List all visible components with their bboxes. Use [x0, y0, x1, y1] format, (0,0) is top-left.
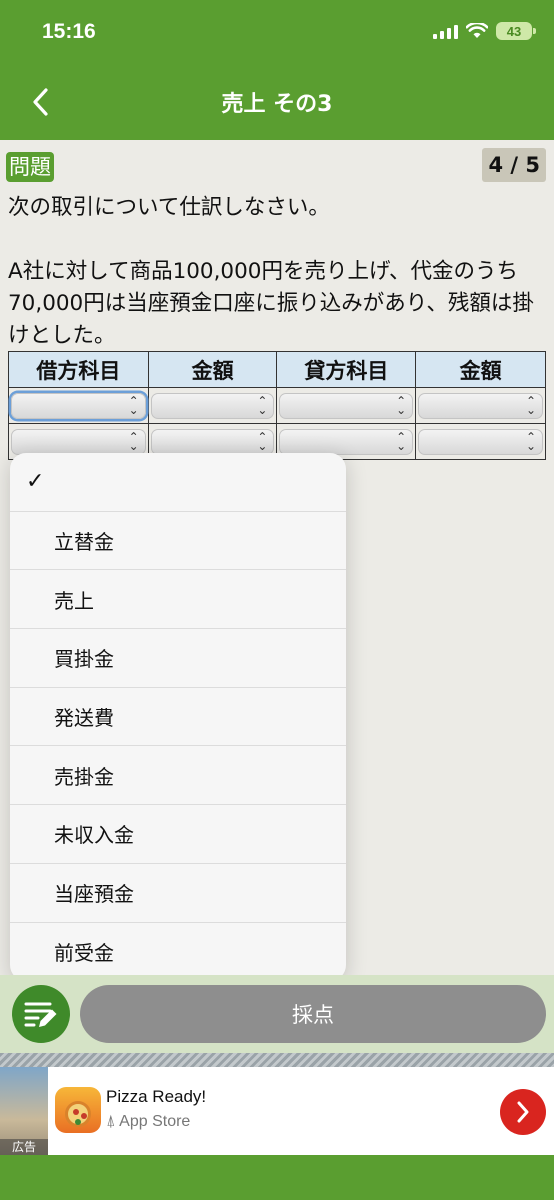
page-title: 売上 その3 [221, 92, 333, 117]
cellular-signal-icon [433, 23, 458, 39]
select-arrows-icon: ⌃ ⌄ [257, 429, 268, 453]
ad-store: ⍋ App Store [106, 1113, 190, 1131]
dropdown-option[interactable]: 売上 [10, 570, 346, 630]
ad-divider [0, 1053, 554, 1067]
debit-amount-select[interactable]: ⌃ ⌄ [150, 428, 275, 455]
debit-account-select[interactable]: ⌃ ⌄ [11, 392, 146, 419]
memo-pencil-icon [24, 1002, 57, 1027]
dropdown-option[interactable]: 前受金 [10, 923, 346, 982]
wifi-icon [466, 23, 488, 38]
memo-button[interactable] [12, 985, 70, 1043]
question-text: 次の取引について仕訳しなさい。 A社に対して商品100,000円を売り上げ、代金… [8, 195, 534, 348]
ad-thumbnail: 広告 [0, 1067, 48, 1155]
select-arrows-icon: ⌃ ⌄ [396, 393, 407, 417]
top-bar: 15:16 43 売上 その3 [0, 0, 554, 140]
grade-button[interactable]: 採点 [80, 985, 546, 1043]
select-arrows-icon: ⌃ ⌄ [128, 393, 139, 417]
app-icon [55, 1087, 101, 1133]
credit-account-header: 貸方科目 [276, 351, 417, 388]
debit-account-select[interactable]: ⌃ ⌄ [11, 428, 146, 455]
chevron-right-icon [517, 1101, 529, 1123]
debit-amount-select[interactable]: ⌃ ⌄ [150, 392, 275, 419]
account-dropdown-menu: ✓ 立替金 売上 買掛金 発送費 売掛金 未収入金 当座預金 前受金 [10, 453, 346, 981]
credit-amount-select[interactable]: ⌃ ⌄ [418, 428, 543, 455]
status-time: 15:16 [42, 20, 96, 43]
ad-store-label: App Store [119, 1113, 191, 1130]
select-arrows-icon: ⌃ ⌄ [525, 429, 536, 453]
credit-amount-header: 金額 [415, 351, 546, 388]
status-icons: 43 [433, 22, 536, 40]
footer-bar [0, 1155, 554, 1200]
select-arrows-icon: ⌃ ⌄ [525, 393, 536, 417]
ad-title: Pizza Ready! [106, 1087, 207, 1106]
debit-amount-header: 金額 [147, 351, 278, 388]
ad-label: 広告 [0, 1139, 48, 1155]
checkmark-icon: ✓ [26, 469, 45, 495]
dropdown-option[interactable]: 発送費 [10, 688, 346, 747]
debit-account-header: 借方科目 [8, 351, 149, 388]
ad-open-button[interactable] [500, 1089, 546, 1135]
dropdown-option[interactable]: 未収入金 [10, 805, 346, 864]
select-arrows-icon: ⌃ ⌄ [257, 393, 268, 417]
table-header-row: 借方科目 金額 貸方科目 金額 [8, 351, 546, 388]
credit-amount-select[interactable]: ⌃ ⌄ [418, 392, 543, 419]
credit-account-select[interactable]: ⌃ ⌄ [279, 428, 414, 455]
dropdown-option-blank[interactable]: ✓ [10, 453, 346, 512]
battery-icon: 43 [496, 22, 536, 40]
select-arrows-icon: ⌃ ⌄ [128, 429, 139, 453]
journal-entry-table: 借方科目 金額 貸方科目 金額 ⌃ ⌄ ⌃ ⌄ ⌃ ⌄ ⌃ ⌄ ⌃ ⌄ ⌃ ⌄ ⌃ ⌄ ⌃ ⌄ [8, 351, 546, 460]
dropdown-option[interactable]: 買掛金 [10, 629, 346, 688]
question-badge: 問題 [6, 152, 54, 182]
app-store-icon: ⍋ [106, 1113, 116, 1130]
dropdown-option[interactable]: 当座預金 [10, 864, 346, 923]
credit-account-select[interactable]: ⌃ ⌄ [279, 392, 414, 419]
ad-banner[interactable]: 広告 Pizza Ready! ⍋ App Store [0, 1067, 554, 1155]
question-counter: 4 / 5 [482, 148, 546, 182]
dropdown-option[interactable]: 立替金 [10, 512, 346, 571]
table-row: ⌃ ⌄ ⌃ ⌄ ⌃ ⌄ ⌃ ⌄ [8, 387, 546, 424]
select-arrows-icon: ⌃ ⌄ [396, 429, 407, 453]
dropdown-option[interactable]: 売掛金 [10, 746, 346, 806]
